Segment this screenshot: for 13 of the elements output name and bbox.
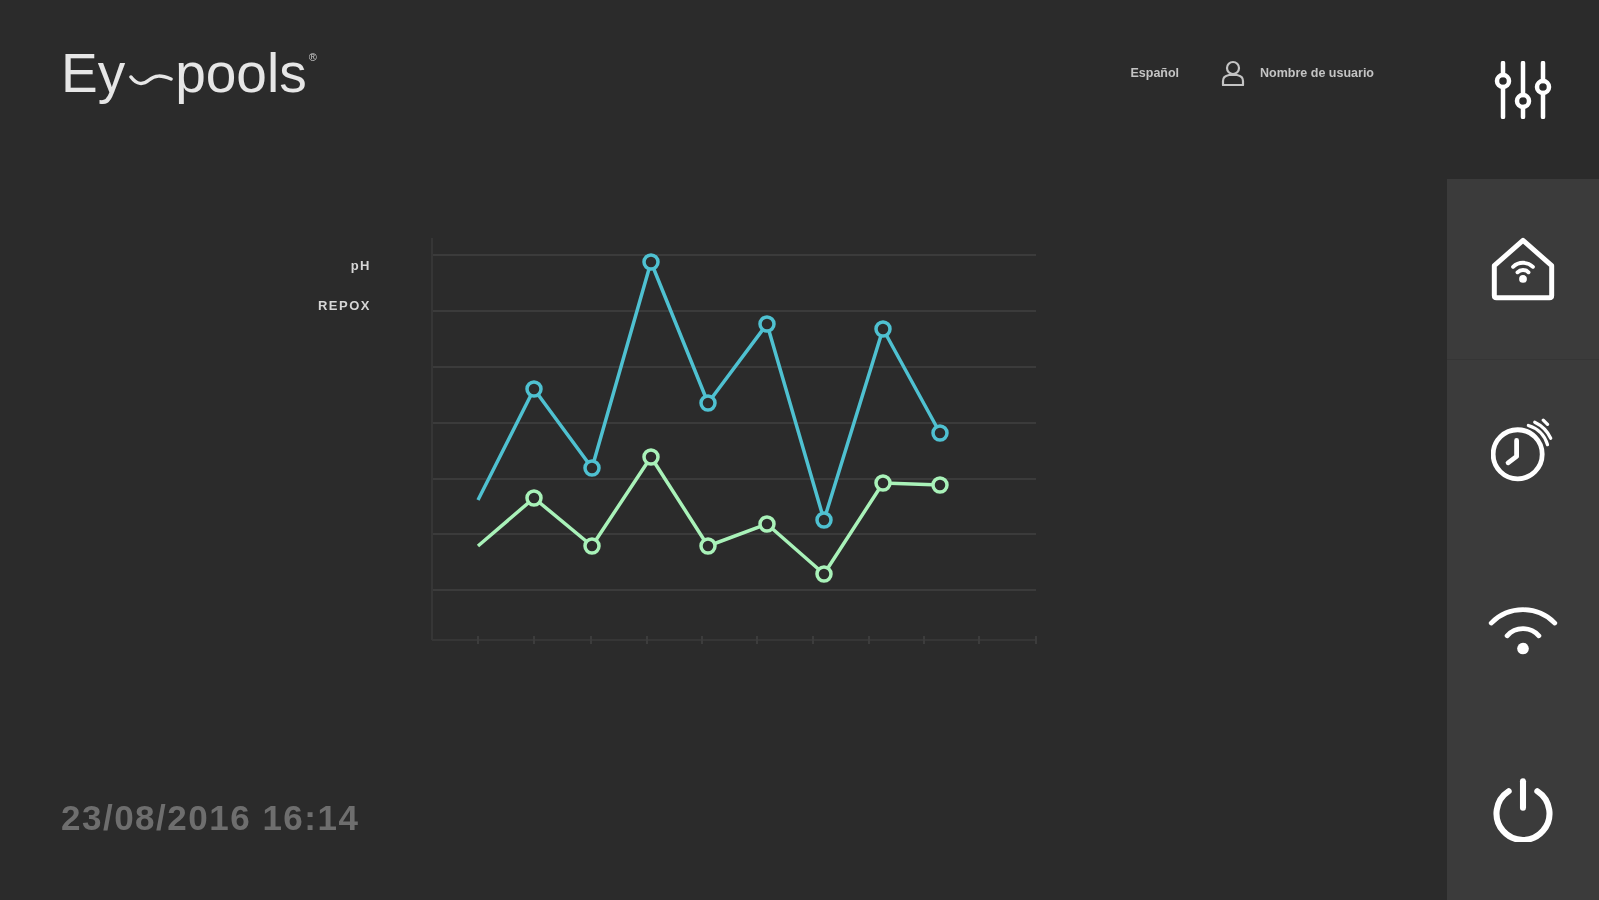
wave-icon: [129, 73, 174, 87]
series-label: pH: [350, 258, 371, 273]
user-icon: [1221, 60, 1246, 86]
registered-mark: ®: [308, 51, 317, 63]
language-link[interactable]: Español: [1130, 66, 1180, 80]
stopwatch-icon: [1491, 418, 1555, 482]
date-time: 23/08/2016 16:14: [61, 798, 360, 838]
series-label: REPOX: [318, 298, 371, 313]
power-icon: [1491, 778, 1555, 842]
sliders-icon: [1494, 60, 1552, 119]
house-wifi-icon: [1491, 237, 1555, 301]
user-button[interactable]: Nombre de usuario: [1221, 60, 1374, 86]
settings-button[interactable]: [1494, 60, 1552, 119]
